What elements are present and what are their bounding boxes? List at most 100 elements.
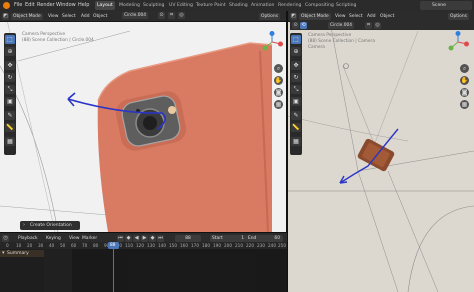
tab-compositing[interactable]: Compositing — [303, 1, 336, 10]
menu-render[interactable]: Render — [37, 2, 55, 8]
right-transform-icon[interactable]: ⟲ — [300, 22, 307, 29]
right-menu-object[interactable]: Object — [378, 13, 396, 20]
right-grid-icon[interactable]: ▦ — [460, 100, 469, 109]
left-zoom-icon[interactable]: ⌕ — [274, 64, 283, 73]
jump-end-icon[interactable]: ⏭ — [157, 234, 164, 242]
summary-label: Summary — [7, 251, 29, 256]
left-pivot-icon[interactable]: ⊙ — [158, 12, 165, 19]
right-pan-icon[interactable]: ✋ — [460, 76, 469, 85]
scale-tool-icon[interactable]: ⤡ — [5, 85, 15, 94]
next-key-icon[interactable]: ◆ — [149, 234, 156, 242]
tick-110: 110 — [125, 243, 133, 248]
timeline-summary-row[interactable]: ▾ Summary — [0, 250, 44, 257]
tick-200: 200 — [224, 243, 232, 248]
left-menu-add[interactable]: Add — [79, 13, 92, 20]
left-pan-icon[interactable]: ✋ — [274, 76, 283, 85]
tab-sculpting[interactable]: Sculpting — [141, 1, 166, 10]
playhead-frame: 88 — [110, 243, 116, 248]
right-options-dropdown[interactable]: Options — [448, 12, 469, 20]
blender-logo-icon[interactable] — [3, 2, 10, 9]
right-scale-tool-icon[interactable]: ⤡ — [291, 85, 301, 94]
move-tool-icon[interactable]: ✥ — [5, 61, 15, 70]
right-mode-dropdown[interactable]: Object Mode — [299, 12, 331, 20]
left-mode-dropdown[interactable]: Object Mode — [11, 12, 43, 20]
left-proportional-icon[interactable]: ◎ — [178, 12, 185, 19]
jump-start-icon[interactable]: ⏮ — [117, 234, 124, 242]
left-menu-select[interactable]: Select — [60, 13, 78, 20]
left-camera-icon[interactable]: ◙ — [274, 88, 283, 97]
left-menu-view[interactable]: View — [46, 13, 60, 20]
left-object-name[interactable]: Circle.004 — [122, 12, 149, 19]
right-select-box-tool-icon[interactable]: ⬚ — [291, 35, 301, 44]
right-global-icon[interactable]: ⊙ — [292, 22, 299, 29]
right-rotate-tool-icon[interactable]: ↻ — [291, 73, 301, 82]
tick-230: 230 — [257, 243, 265, 248]
scene-selector[interactable]: Scene — [420, 1, 472, 10]
right-proportional-icon[interactable]: ◎ — [374, 22, 381, 29]
measure-tool-icon[interactable]: 📏 — [5, 123, 15, 132]
tab-rendering[interactable]: Rendering — [276, 1, 303, 10]
right-axis-gizmo[interactable] — [447, 31, 469, 53]
prev-key-icon[interactable]: ◆ — [125, 234, 132, 242]
left-grid-icon[interactable]: ▦ — [274, 100, 283, 109]
right-annotate-tool-icon[interactable]: ✎ — [291, 111, 301, 120]
timeline-body[interactable]: 0 10 20 30 40 50 60 70 80 90 100 110 120… — [0, 242, 287, 292]
operator-panel[interactable]: › Create Orientation — [20, 221, 80, 230]
annotate-tool-icon[interactable]: ✎ — [5, 111, 15, 120]
right-menu-add[interactable]: Add — [365, 13, 378, 20]
right-add-cube-tool-icon[interactable]: ▦ — [291, 137, 301, 146]
left-menu-object[interactable]: Object — [91, 13, 109, 20]
rotate-tool-icon[interactable]: ↻ — [5, 73, 15, 82]
editor-type-icon[interactable]: ◩ — [2, 12, 9, 20]
tick-70: 70 — [82, 243, 88, 248]
tab-animation[interactable]: Animation — [249, 1, 276, 10]
menu-help[interactable]: Help — [78, 2, 89, 8]
timeline-playhead[interactable] — [113, 242, 114, 292]
timeline-playhead-label[interactable]: 88 — [108, 242, 119, 249]
add-cube-tool-icon[interactable]: ▦ — [5, 137, 15, 146]
right-toolbar: ⬚ ⊕ ✥ ↻ ⤡ ▣ ✎ 📏 ▦ — [290, 33, 302, 155]
end-frame-field[interactable]: End 60 — [246, 234, 283, 242]
summary-chevron-icon: ▾ — [2, 250, 5, 256]
left-axis-gizmo[interactable] — [261, 31, 283, 53]
right-overlay-camera: Camera — [308, 45, 325, 50]
timeline-menu-playback[interactable]: Playback — [16, 235, 40, 242]
right-snap-icon[interactable]: ⌗ — [365, 22, 372, 29]
right-menu-select[interactable]: Select — [347, 13, 365, 20]
operator-panel-title: Create Orientation — [30, 223, 72, 228]
tab-scripting[interactable]: Scripting — [334, 1, 358, 10]
play-reverse-icon[interactable]: ◀ — [133, 234, 140, 242]
start-frame-field[interactable]: Start 1 — [210, 234, 247, 242]
timeline-menu-keying[interactable]: Keying — [44, 235, 63, 242]
cursor-tool-icon[interactable]: ⊕ — [5, 47, 15, 56]
right-editor-type-icon[interactable]: ◩ — [290, 12, 297, 20]
menu-edit[interactable]: Edit — [25, 2, 35, 8]
right-cursor-tool-icon[interactable]: ⊕ — [291, 47, 301, 56]
right-menu-view[interactable]: View — [333, 13, 347, 20]
select-box-tool-icon[interactable]: ⬚ — [5, 35, 15, 44]
right-transform-tool-icon[interactable]: ▣ — [291, 97, 301, 106]
left-snap-icon[interactable]: ⌗ — [168, 12, 175, 19]
tab-modeling[interactable]: Modeling — [117, 1, 142, 10]
timeline-menu-marker[interactable]: Marker — [80, 235, 99, 242]
tab-layout[interactable]: Layout — [95, 1, 115, 10]
current-frame-field[interactable]: 88 — [175, 234, 201, 242]
timeline-editor-icon[interactable]: ◷ — [2, 234, 9, 242]
play-icon[interactable]: ▶ — [141, 234, 148, 242]
right-zoom-icon[interactable]: ⌕ — [460, 64, 469, 73]
left-options-dropdown[interactable]: Options — [259, 12, 280, 20]
menu-window[interactable]: Window — [56, 2, 76, 8]
transform-tool-icon[interactable]: ▣ — [5, 97, 15, 106]
right-camera-icon[interactable]: ◙ — [460, 88, 469, 97]
right-viewport[interactable]: Camera Perspective (88) Scene Collection… — [288, 11, 474, 292]
left-viewport[interactable]: Camera Perspective (88) Scene Collection… — [0, 11, 286, 232]
tab-uv-editing[interactable]: UV Editing — [167, 1, 195, 10]
right-move-tool-icon[interactable]: ✥ — [291, 61, 301, 70]
right-object-name[interactable]: Circle.004 — [328, 22, 355, 29]
right-measure-tool-icon[interactable]: 📏 — [291, 123, 301, 132]
tab-texture-paint[interactable]: Texture Paint — [194, 1, 228, 10]
tick-180: 180 — [202, 243, 210, 248]
menu-file[interactable]: File — [14, 2, 22, 8]
left-transform-row: Circle.004 ⊙ ⌗ ◎ — [110, 12, 255, 21]
tab-shading[interactable]: Shading — [227, 1, 250, 10]
